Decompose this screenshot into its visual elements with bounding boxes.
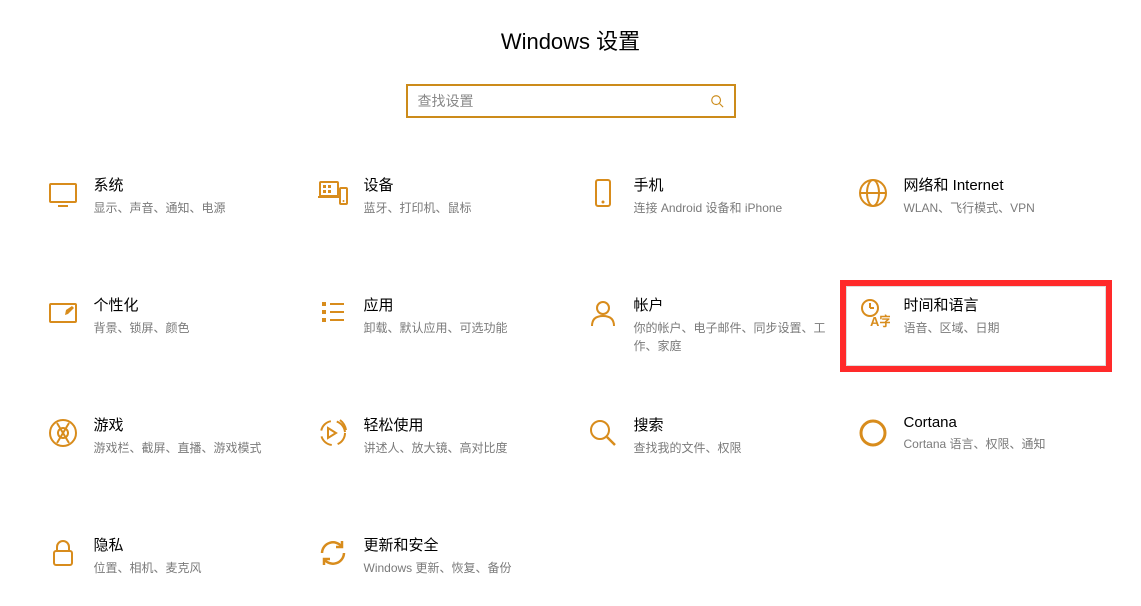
tile-desc: 显示、声音、通知、电源 [94,199,286,217]
tile-title: 设备 [364,174,556,195]
tile-desc: 你的帐户、电子邮件、同步设置、工作、家庭 [634,319,826,355]
tile-desc: 位置、相机、麦克风 [94,559,286,577]
cortana-icon [856,416,890,450]
settings-tile-network[interactable]: 网络和 Internet WLAN、飞行模式、VPN [846,166,1106,246]
tile-title: 应用 [364,294,556,315]
settings-tile-cortana[interactable]: Cortana Cortana 语言、权限、通知 [846,406,1106,486]
search-icon [710,94,724,108]
update-icon [316,536,350,570]
tile-title: Cortana [904,414,1096,431]
settings-tile-personalization[interactable]: 个性化背景、锁屏、颜色 [36,286,296,366]
phone-icon [586,176,620,210]
settings-tile-accounts[interactable]: 帐户你的帐户、电子邮件、同步设置、工作、家庭 [576,286,836,366]
tile-title: 网络和 Internet [904,174,1096,195]
tile-desc: 讲述人、放大镜、高对比度 [364,439,556,457]
time-icon [856,296,890,330]
tile-title: 游戏 [94,414,286,435]
gaming-icon [46,416,80,450]
settings-tile-phone[interactable]: 手机连接 Android 设备和 iPhone [576,166,836,246]
system-icon [46,176,80,210]
search-box[interactable] [406,84,736,118]
settings-tile-privacy[interactable]: 隐私位置、相机、麦克风 [36,526,296,606]
settings-tile-time[interactable]: 时间和语言语音、区域、日期 [846,286,1106,366]
tile-title: 轻松使用 [364,414,556,435]
privacy-icon [46,536,80,570]
search-input[interactable] [418,93,710,109]
tile-title: 个性化 [94,294,286,315]
tile-desc: Windows 更新、恢复、备份 [364,559,556,577]
settings-tile-gaming[interactable]: 游戏游戏栏、截屏、直播、游戏模式 [36,406,296,486]
page-title: Windows 设置 [0,24,1141,56]
tile-desc: 查找我的文件、权限 [634,439,826,457]
devices-icon [316,176,350,210]
settings-tile-search[interactable]: 搜索查找我的文件、权限 [576,406,836,486]
tile-desc: WLAN、飞行模式、VPN [904,199,1096,217]
tile-title: 更新和安全 [364,534,556,555]
tile-title: 隐私 [94,534,286,555]
apps-icon [316,296,350,330]
personalization-icon [46,296,80,330]
tile-title: 帐户 [634,294,826,315]
tile-desc: 游戏栏、截屏、直播、游戏模式 [94,439,286,457]
tile-title: 手机 [634,174,826,195]
tile-title: 系统 [94,174,286,195]
tile-title: 时间和语言 [904,294,1096,315]
tile-desc: 语音、区域、日期 [904,319,1096,337]
settings-tile-devices[interactable]: 设备蓝牙、打印机、鼠标 [306,166,566,246]
settings-tile-ease[interactable]: 轻松使用讲述人、放大镜、高对比度 [306,406,566,486]
settings-tile-system[interactable]: 系统显示、声音、通知、电源 [36,166,296,246]
settings-tile-apps[interactable]: 应用卸载、默认应用、可选功能 [306,286,566,366]
settings-tile-update[interactable]: 更新和安全 Windows 更新、恢复、备份 [306,526,566,606]
search-icon [586,416,620,450]
tile-desc: 蓝牙、打印机、鼠标 [364,199,556,217]
tile-desc: 连接 Android 设备和 iPhone [634,199,826,217]
tile-desc: Cortana 语言、权限、通知 [904,435,1096,453]
ease-icon [316,416,350,450]
accounts-icon [586,296,620,330]
tile-desc: 背景、锁屏、颜色 [94,319,286,337]
tile-desc: 卸载、默认应用、可选功能 [364,319,556,337]
network-icon [856,176,890,210]
tile-title: 搜索 [634,414,826,435]
